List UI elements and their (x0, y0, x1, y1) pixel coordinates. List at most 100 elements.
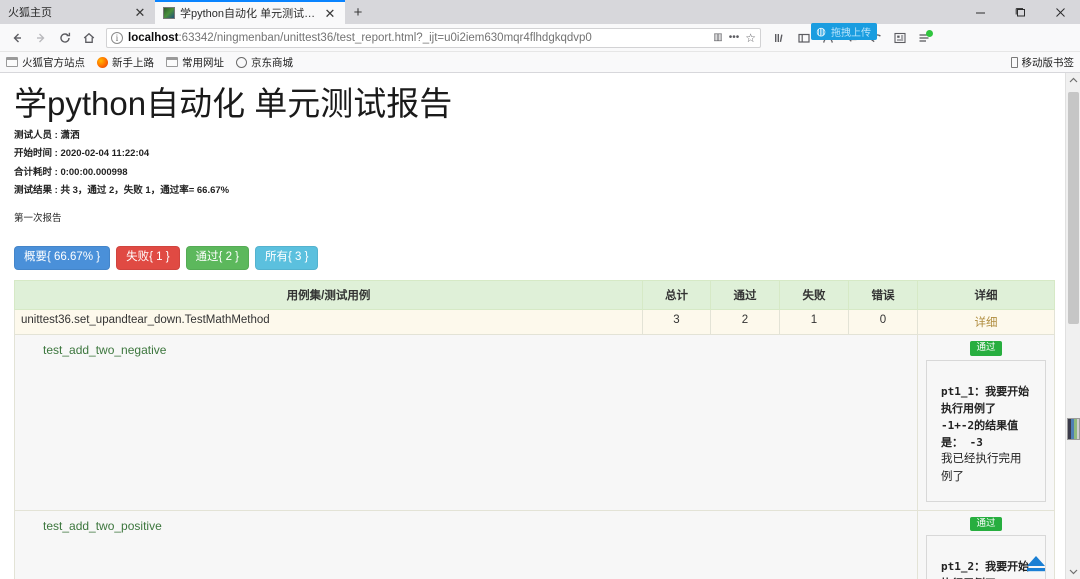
scroll-to-top-button[interactable] (1023, 549, 1049, 573)
drag-upload-badge[interactable]: ◍ 拖拽上传 (811, 22, 877, 40)
favicon-icon (163, 7, 175, 19)
reload-icon[interactable] (54, 27, 76, 49)
bookmark-item-mobile-bookmarks[interactable]: 移动版书签 (1010, 55, 1075, 70)
results-table: 用例集/测试用例 总计 通过 失败 错误 详细 unittest36.set_u… (14, 280, 1055, 579)
output-line: 我已经执行完用例了 (941, 453, 1022, 483)
maximize-icon[interactable] (1000, 0, 1040, 24)
bookmark-star-icon[interactable]: ☆ (745, 31, 756, 45)
firefox-icon (97, 56, 108, 68)
output-line: -1+-2的结果值是： -3 (941, 419, 1019, 450)
bookmarks-toolbar: 火狐官方站点 新手上路 常用网址 京东商城 移动版书签 (0, 52, 1080, 73)
meta-tester: 测试人员 : 潇洒 (14, 129, 80, 141)
minimize-icon[interactable] (960, 0, 1000, 24)
phone-icon (1010, 56, 1018, 68)
bookmark-label: 移动版书签 (1021, 56, 1075, 69)
tab-label: 学python自动化 单元测试报告 (180, 8, 318, 20)
output-line: pt1_2：我要开始执行用例了 (941, 560, 1030, 579)
column-header-errors: 错误 (848, 280, 918, 311)
tab-strip: 火狐主页 ✕ 学python自动化 单元测试报告 ✕ + (0, 0, 1080, 24)
column-header-passed: 通过 (710, 280, 780, 311)
upload-badge-label: 拖拽上传 (831, 27, 871, 39)
scrollbar-thumb[interactable] (1068, 92, 1079, 324)
url-text: localhost:63342/ningmenban/unittest36/te… (128, 32, 708, 44)
new-tab-button[interactable]: + (345, 0, 371, 24)
forward-icon[interactable] (30, 27, 52, 49)
report-note: 第一次报告 (14, 212, 62, 224)
page-actions-icon[interactable]: ••• (729, 32, 740, 43)
url-actions: ▥ ••• ☆ (713, 31, 756, 45)
tab-firefox-home[interactable]: 火狐主页 ✕ (0, 0, 155, 24)
testclass-errors: 0 (848, 309, 918, 336)
filter-all-button[interactable]: 所有{ 3 } (255, 245, 319, 271)
detail-link[interactable]: 详细 (975, 317, 998, 329)
bookmark-label: 京东商城 (251, 56, 293, 69)
scrollbar-track[interactable] (1066, 88, 1080, 564)
status-badge: 通过 (970, 516, 1002, 532)
testcase-name: test_add_two_negative (14, 334, 918, 511)
status-badge: 通过 (970, 341, 1002, 356)
folder-icon (166, 57, 178, 67)
app-menu-icon[interactable] (913, 27, 935, 49)
scrollbar-find-marker (1067, 418, 1080, 440)
testclass-failed: 1 (779, 309, 849, 336)
test-report-page: 学python自动化 单元测试报告 测试人员 : 潇洒 开始时间 : 2020-… (0, 73, 1065, 579)
tab-test-report[interactable]: 学python自动化 单元测试报告 ✕ (155, 0, 345, 24)
table-row-testcase[interactable]: test_add_two_positive 通过 pt1_2：我要开始执行用例了… (14, 509, 1055, 579)
testclass-name: unittest36.set_upandtear_down.TestMathMe… (14, 309, 643, 336)
column-header-suite: 用例集/测试用例 (14, 280, 643, 311)
testclass-passed: 2 (710, 309, 780, 336)
url-path: :63342/ningmenban/unittest36/test_report… (178, 31, 592, 44)
table-row-testclass[interactable]: unittest36.set_upandtear_down.TestMathMe… (14, 309, 1055, 336)
filter-summary-button[interactable]: 概要{ 66.67% } (14, 245, 111, 271)
toolbar-right-icons: ◍ 拖拽上传 (769, 22, 935, 49)
testclass-detail-cell: 详细 (917, 309, 1055, 336)
library-icon[interactable] (769, 27, 791, 49)
scroll-up-arrow-icon[interactable] (1066, 73, 1080, 88)
browser-window: 火狐主页 ✕ 学python自动化 单元测试报告 ✕ + i localhost… (0, 0, 1080, 579)
bookmark-label: 火狐官方站点 (22, 56, 85, 69)
meta-duration: 合计耗时 : 0:00:00.000998 (14, 166, 128, 178)
meta-result: 测试结果 : 共 3，通过 2，失败 1，通过率= 66.67% (14, 185, 230, 197)
window-controls (960, 0, 1080, 24)
filter-failed-button[interactable]: 失败{ 1 } (116, 245, 180, 271)
column-header-detail: 详细 (917, 280, 1055, 311)
page-scrollbar[interactable] (1065, 73, 1080, 579)
scroll-down-arrow-icon[interactable] (1066, 564, 1080, 579)
testcase-name: test_add_two_positive (14, 509, 918, 579)
bookmark-item-getting-started[interactable]: 新手上路 (97, 55, 154, 70)
testclass-total: 3 (642, 309, 711, 336)
bookmark-label: 常用网址 (182, 56, 224, 69)
meta-start-time: 开始时间 : 2020-02-04 11:22:04 (14, 148, 150, 160)
close-icon[interactable]: ✕ (133, 5, 147, 19)
bookmark-item-common-sites[interactable]: 常用网址 (166, 55, 224, 70)
output-line: pt1_1：我要开始执行用例了 (941, 384, 1030, 415)
column-header-total: 总计 (642, 280, 711, 311)
column-header-failed: 失败 (779, 280, 849, 311)
reader-view-icon[interactable]: ▥ (713, 32, 722, 43)
home-icon[interactable] (78, 27, 100, 49)
page-info-icon[interactable]: i (111, 31, 123, 44)
upload-icon: ◍ (816, 25, 826, 38)
status-badge-wrap: 通过 (926, 341, 1046, 356)
screenshot-icon[interactable] (889, 27, 911, 49)
close-icon[interactable]: ✕ (323, 6, 337, 20)
navigation-toolbar: i localhost:63342/ningmenban/unittest36/… (0, 22, 1080, 52)
address-bar[interactable]: i localhost:63342/ningmenban/unittest36/… (106, 27, 761, 48)
page-title: 学python自动化 单元测试报告 (14, 85, 453, 122)
filter-passed-button[interactable]: 通过{ 2 } (185, 245, 250, 271)
testcase-output-box: pt1_1：我要开始执行用例了 -1+-2的结果值是： -3 我已经执行完用例了 (926, 359, 1046, 502)
filter-button-row: 概要{ 66.67% } 失败{ 1 } 通过{ 2 } 所有{ 3 } (14, 245, 1051, 271)
back-icon[interactable] (6, 27, 28, 49)
status-badge-wrap: 通过 (926, 516, 1046, 532)
bookmark-item-jd[interactable]: 京东商城 (236, 55, 293, 70)
tab-label: 火狐主页 (8, 7, 52, 19)
url-host: localhost (128, 31, 179, 44)
table-header-row: 用例集/测试用例 总计 通过 失败 错误 详细 (14, 280, 1055, 311)
table-row-testcase[interactable]: test_add_two_negative 通过 pt1_1：我要开始执行用例了… (14, 334, 1055, 511)
close-window-icon[interactable] (1040, 0, 1080, 24)
globe-icon (236, 56, 247, 68)
bookmark-item-firefox-official[interactable]: 火狐官方站点 (6, 55, 85, 70)
page-viewport: 学python自动化 单元测试报告 测试人员 : 潇洒 开始时间 : 2020-… (0, 73, 1080, 579)
update-badge-icon (926, 29, 933, 37)
testcase-output-cell: 通过 pt1_1：我要开始执行用例了 -1+-2的结果值是： -3 我已经执行完… (917, 334, 1055, 511)
